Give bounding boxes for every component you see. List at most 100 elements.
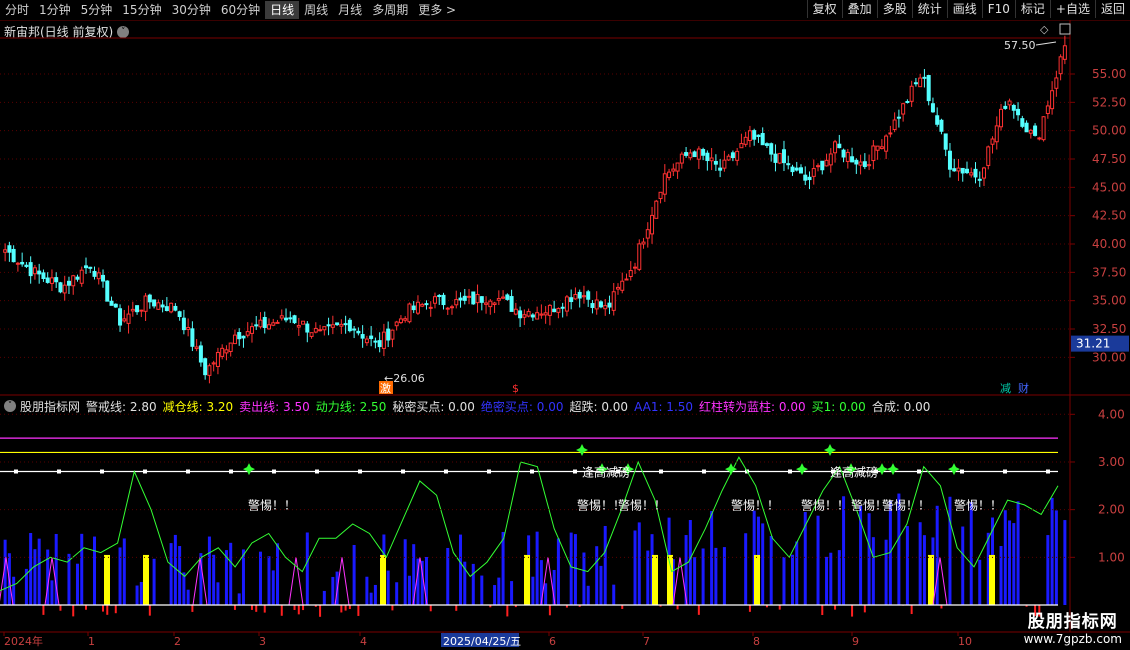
toolbar-button-4[interactable]: 画线: [946, 0, 982, 18]
ind-blue-bar: [986, 532, 990, 605]
ind-blue-bar: [884, 539, 888, 605]
ind-blue-bar: [229, 542, 233, 605]
candle-body: [262, 316, 267, 328]
magenta-spike-1: [44, 557, 60, 606]
candle-body: [1003, 105, 1008, 109]
toolbar-button-5[interactable]: F10: [981, 0, 1015, 18]
candle-body: [518, 310, 523, 319]
ind-blue-bar: [756, 516, 760, 605]
candle-body: [922, 76, 927, 79]
momentum-line: [0, 456, 1059, 592]
ind-red-bar: [148, 605, 151, 616]
grid-lines: [0, 20, 1130, 633]
candle-body: [888, 132, 893, 135]
toolbar-button-6[interactable]: 标记: [1014, 0, 1050, 18]
ind-blue-bar: [671, 559, 675, 605]
ind-blue-bar: [139, 581, 143, 605]
candle-body: [343, 323, 348, 326]
candle-body: [803, 174, 808, 181]
candle-body: [854, 159, 859, 165]
ind-blue-bar: [646, 550, 650, 605]
toolbar-button-8[interactable]: 返回: [1094, 0, 1130, 18]
period-tab-3[interactable]: 15分钟: [117, 1, 166, 19]
candle-body: [373, 340, 378, 343]
ind-red-bar: [59, 605, 62, 611]
toolbar-button-2[interactable]: 多股: [876, 0, 912, 18]
period-tab-5[interactable]: 60分钟: [216, 1, 265, 19]
toolbar-button-1[interactable]: 叠加: [841, 0, 877, 18]
period-tab-7[interactable]: 周线: [299, 1, 333, 19]
period-tab-9[interactable]: 多周期: [367, 1, 413, 19]
candle-body: [279, 315, 284, 319]
ind-axis-label-1: 3.00: [1098, 455, 1125, 469]
magenta-spike-2: [192, 557, 208, 606]
candle-body: [539, 313, 544, 316]
ind-red-bar: [319, 605, 322, 617]
ind-blue-bar: [888, 500, 892, 605]
candle-body: [735, 150, 740, 161]
ind-red-bar: [851, 605, 854, 617]
ind-blue-bar: [714, 547, 718, 605]
candle-body: [624, 278, 629, 281]
candle-body: [224, 349, 229, 354]
ind-blue-bar: [871, 537, 875, 605]
buy-star-icon-9: [887, 463, 899, 476]
candle-body: [952, 168, 957, 172]
indicator-field-4: 秘密买点: 0.00: [392, 399, 475, 414]
toolbar-button-3[interactable]: 统计: [911, 0, 947, 18]
threshold-dot: [401, 469, 405, 474]
ind-blue-bar: [569, 532, 573, 605]
ind-blue-bar: [178, 546, 182, 605]
ind-red-bar: [765, 605, 768, 608]
indicator-field-3: 动力线: 2.50: [315, 399, 387, 414]
candle-body: [530, 314, 535, 318]
period-tab-1[interactable]: 1分钟: [34, 1, 76, 19]
period-tab-8[interactable]: 月线: [333, 1, 367, 19]
candle-body: [462, 295, 467, 301]
ind-blue-bar: [1050, 497, 1054, 605]
period-tab-10[interactable]: 更多 >: [413, 1, 461, 19]
candle-body: [875, 145, 880, 151]
ind-red-bar: [455, 605, 458, 611]
candle-body: [496, 298, 501, 301]
candle-body: [241, 335, 246, 339]
candle-body: [152, 299, 157, 307]
candle-body: [3, 249, 8, 253]
period-tab-2[interactable]: 5分钟: [76, 1, 118, 19]
indicator-bars: [0, 493, 1067, 617]
period-tabs: 分时 1分钟 5分钟 15分钟 30分钟 60分钟 日线 周线 月线 多周期 更多 >: [0, 1, 461, 19]
indicator-name: 股朋指标网: [20, 399, 81, 414]
ind-red-bar: [344, 605, 347, 611]
period-tab-6[interactable]: 日线: [265, 1, 300, 19]
period-tab-4[interactable]: 30分钟: [167, 1, 216, 19]
ind-blue-bar: [93, 536, 97, 605]
candle-body: [181, 317, 186, 331]
ind-blue-bar: [650, 534, 654, 605]
candle-body: [607, 302, 612, 308]
ind-red-bar: [399, 605, 402, 606]
alert-annotation-6: 警惕！！: [882, 498, 930, 513]
date-label-6: 6: [549, 635, 556, 648]
date-label-1: 1: [88, 635, 95, 648]
toolbar-button-7[interactable]: +自选: [1049, 0, 1095, 18]
ind-blue-bar: [331, 576, 335, 605]
candle-body: [249, 326, 254, 334]
ind-blue-bar: [182, 572, 186, 605]
candle-body: [743, 136, 748, 145]
ind-red-bar: [821, 605, 824, 616]
candle-body: [960, 167, 965, 174]
candle-body: [62, 284, 67, 294]
period-tab-0[interactable]: 分时: [0, 1, 34, 19]
chevron-down-icon[interactable]: ˅: [4, 400, 16, 412]
ind-blue-bar: [407, 575, 411, 605]
threshold-dot: [960, 469, 964, 474]
chevron-down-icon[interactable]: ˅: [117, 25, 130, 38]
toolbar-button-0[interactable]: 复权: [806, 0, 842, 18]
candle-body: [581, 295, 586, 298]
candle-body: [37, 270, 42, 275]
yellow-signal-bar-1: [143, 554, 149, 605]
ind-blue-bar: [531, 576, 535, 605]
chart-canvas[interactable]: 55.00 52.50 50.00 47.50 45.00 42.50 40.00 37.50…: [0, 0, 1130, 650]
candle-body: [492, 302, 497, 305]
alert-annotation-4: 警惕！！: [801, 498, 849, 513]
